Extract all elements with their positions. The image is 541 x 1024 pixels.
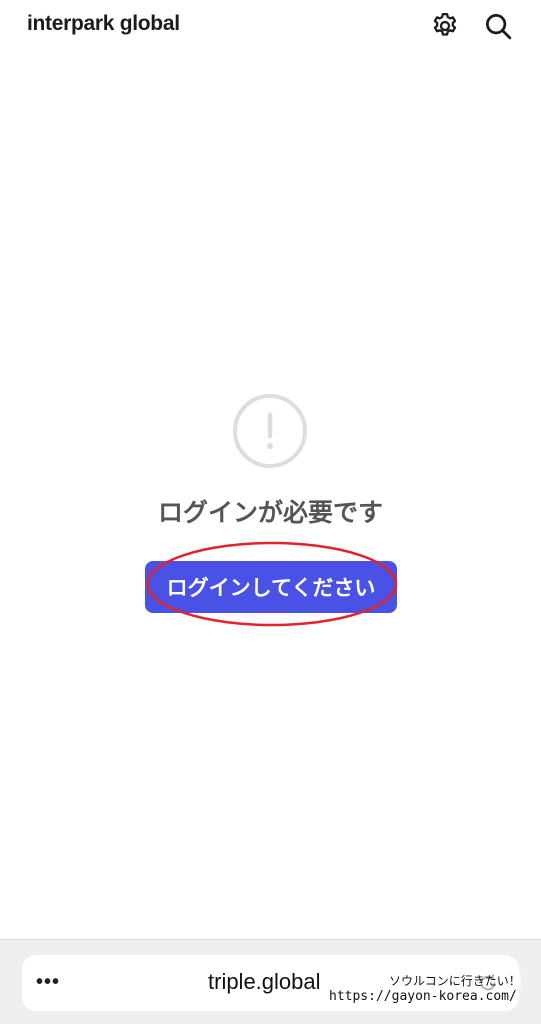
watermark-url: https://gayon-korea.com/ <box>329 989 517 1004</box>
top-header: interpark global <box>0 0 541 52</box>
gear-icon <box>433 13 457 36</box>
url-text[interactable]: triple.global <box>208 969 321 995</box>
page: interpark global ログインが必要です ログインしてください ••… <box>0 0 541 1024</box>
watermark-caption: ソウルコンに行きたい！ <box>389 972 521 989</box>
search-icon <box>486 14 512 40</box>
brand-logo[interactable]: interpark global <box>27 12 180 36</box>
exclamation-circle-icon <box>233 394 307 468</box>
login-required-message: ログインが必要です <box>157 499 383 527</box>
settings-button[interactable] <box>427 8 463 44</box>
search-button[interactable] <box>480 8 516 44</box>
login-button[interactable]: ログインしてください <box>145 561 397 613</box>
more-menu-button[interactable]: ••• <box>36 969 66 995</box>
